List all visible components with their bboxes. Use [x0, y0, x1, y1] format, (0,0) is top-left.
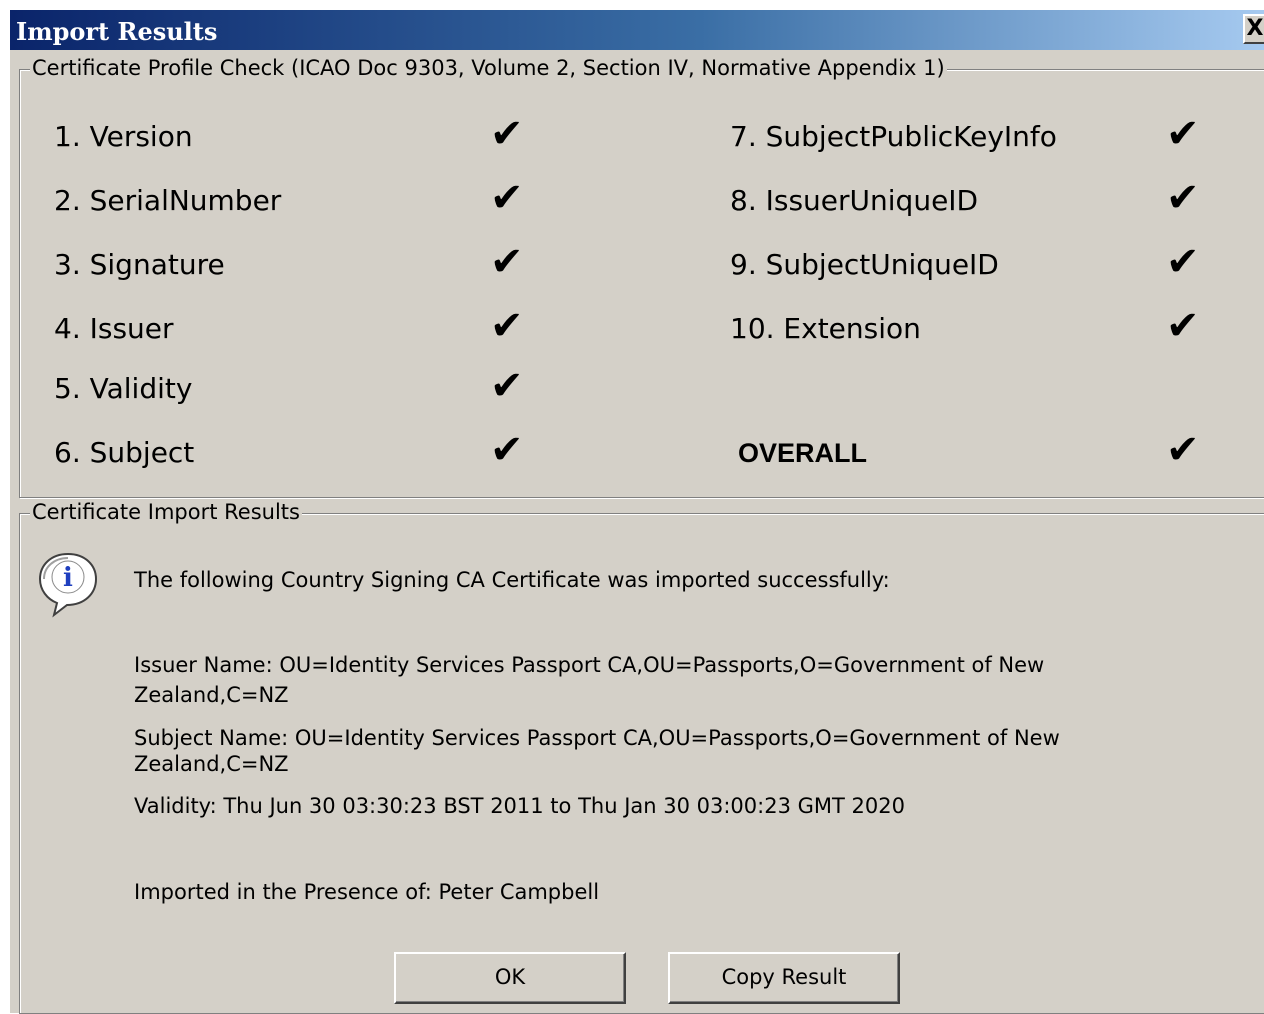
check-item-label: 10. Extension: [730, 312, 921, 345]
profile-check-legend: Certificate Profile Check (ICAO Doc 9303…: [30, 56, 947, 80]
profile-check-group: Certificate Profile Check (ICAO Doc 9303…: [19, 56, 1264, 498]
window-title: Import Results: [16, 17, 218, 46]
checkmark-icon: ✔: [1166, 303, 1200, 349]
check-item-label: 8. IssuerUniqueID: [730, 184, 979, 217]
check-item-label: 6. Subject: [54, 436, 195, 469]
overall-label: OVERALL: [738, 438, 868, 468]
check-item-label: 4. Issuer: [54, 312, 174, 345]
checkmark-icon: ✔: [1166, 175, 1200, 221]
info-icon: i: [38, 552, 98, 618]
check-item-label: 2. SerialNumber: [54, 184, 282, 217]
checkmark-icon: ✔: [490, 175, 524, 221]
import-results-legend: Certificate Import Results: [30, 500, 302, 524]
issuer-name-line: Issuer Name: OU=Identity Services Passpo…: [134, 653, 1045, 677]
check-item-label: 1. Version: [54, 120, 193, 153]
presence-line: Imported in the Presence of: Peter Campb…: [134, 880, 600, 904]
import-headline: The following Country Signing CA Certifi…: [134, 568, 890, 592]
issuer-name-line: Zealand,C=NZ: [134, 683, 289, 707]
import-results-dialog: Import Results X Certificate Profile Che…: [9, 9, 1264, 1014]
checkmark-icon: ✔: [490, 427, 524, 473]
check-item-label: 7. SubjectPublicKeyInfo: [730, 120, 1057, 153]
checkmark-icon: ✔: [1166, 427, 1200, 473]
copy-result-button[interactable]: Copy Result: [668, 952, 900, 1004]
checkmark-icon: ✔: [490, 303, 524, 349]
check-item-label: 5. Validity: [54, 372, 193, 405]
validity-line: Validity: Thu Jun 30 03:30:23 BST 2011 t…: [134, 794, 905, 818]
checkmark-icon: ✔: [1166, 111, 1200, 157]
subject-name-line: Subject Name: OU=Identity Services Passp…: [134, 726, 1060, 750]
check-item-label: 9. SubjectUniqueID: [730, 248, 999, 281]
subject-name-line: Zealand,C=NZ: [134, 752, 289, 776]
check-item-label: 3. Signature: [54, 248, 225, 281]
checkmark-icon: ✔: [490, 239, 524, 285]
title-bar[interactable]: Import Results X: [10, 10, 1264, 50]
checkmark-icon: ✔: [1166, 239, 1200, 285]
ok-button[interactable]: OK: [394, 952, 626, 1004]
checkmark-icon: ✔: [490, 363, 524, 409]
close-button[interactable]: X: [1243, 14, 1264, 44]
checkmark-icon: ✔: [490, 111, 524, 157]
import-results-group: Certificate Import Results i The followi…: [19, 500, 1264, 1014]
svg-text:i: i: [63, 563, 73, 593]
